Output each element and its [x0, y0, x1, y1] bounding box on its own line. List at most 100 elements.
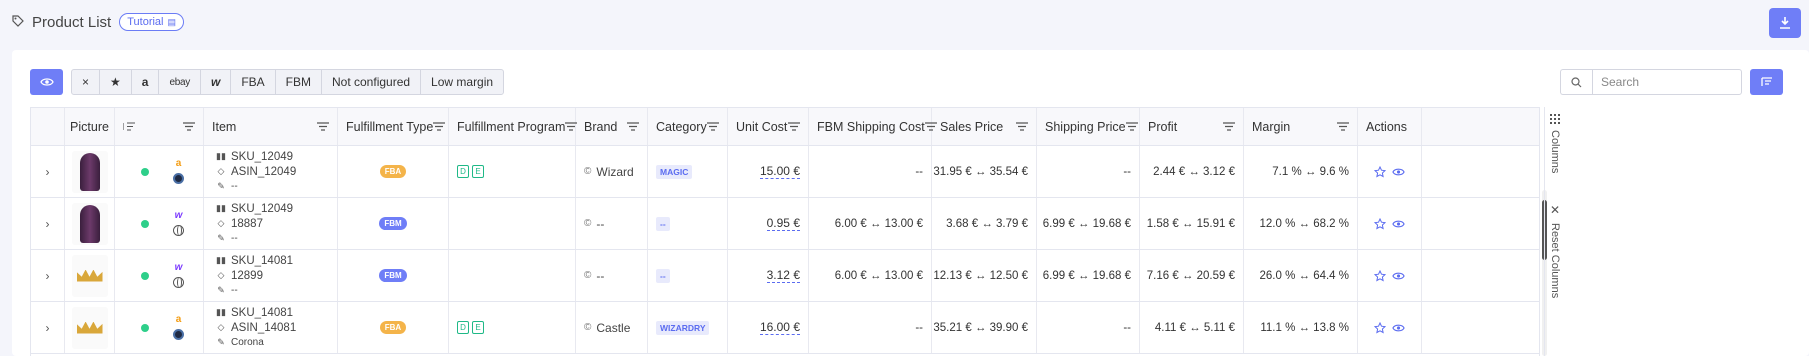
wix-icon: w [174, 261, 183, 273]
header-profit[interactable]: Profit [1140, 108, 1244, 145]
unit-cost[interactable]: 16.00 € [759, 320, 800, 335]
header-label: Item [212, 119, 237, 134]
sku: SKU_12049 [231, 150, 294, 163]
filter-icon[interactable] [1337, 122, 1349, 131]
header-sales-price[interactable]: Sales Price [932, 108, 1037, 145]
filter-icon[interactable] [183, 122, 195, 131]
tag-icon: ◇ [217, 322, 225, 332]
expand-toggle[interactable]: › [31, 302, 65, 353]
filter-icon[interactable] [1016, 122, 1028, 131]
filter-amazon[interactable]: a [132, 70, 160, 94]
filter-wix[interactable]: w [201, 70, 232, 94]
tutorial-button[interactable]: Tutorial ▤ [119, 13, 185, 31]
eye-icon[interactable] [1392, 167, 1405, 177]
row-filler [1422, 198, 1539, 249]
filter-icon[interactable] [433, 122, 446, 131]
filter-icon[interactable] [1125, 122, 1138, 131]
pencil-icon[interactable]: ✎ [216, 285, 226, 296]
header-item[interactable]: Item [204, 108, 338, 145]
unit-cost[interactable]: 0.95 € [766, 216, 800, 231]
expand-toggle[interactable]: › [31, 146, 65, 197]
header-fulfillment-type[interactable]: Fulfillment Type [338, 108, 449, 145]
header-fbm-shipping-cost[interactable]: FBM Shipping Cost [809, 108, 937, 145]
search-input[interactable] [1592, 69, 1742, 95]
sort-button[interactable] [1750, 69, 1783, 95]
category-badge: WIZARDRY [656, 320, 710, 335]
search-icon[interactable] [1560, 69, 1592, 95]
filter-ebay[interactable]: ebay [159, 70, 201, 94]
columns-toggle[interactable]: Columns [1549, 114, 1561, 173]
barcode-icon: ▮▮ [216, 151, 226, 161]
table-row[interactable]: › a ▮▮ SKU_12049 ◇ ASIN_12049 ✎ -- FBA DE ©… [31, 146, 1539, 198]
table-row[interactable]: › w ▮▮ SKU_12049 ◇ 18887 ✎ -- FBM © -- -- 0.… [31, 198, 1539, 250]
header-unit-cost[interactable]: Unit Cost [728, 108, 809, 145]
hoodie-image [79, 204, 100, 243]
expand-toggle[interactable]: › [31, 250, 65, 301]
filter-clear[interactable]: × [72, 70, 101, 94]
eye-icon[interactable] [1392, 271, 1405, 281]
filter-fbm[interactable]: FBM [276, 70, 322, 94]
filter-icon[interactable] [1223, 122, 1235, 131]
expand-toggle[interactable]: › [31, 198, 65, 249]
program-badge: D [457, 321, 469, 334]
header-category[interactable]: Category [648, 108, 728, 145]
fulfillment-badge: FBM [379, 217, 407, 230]
product-picture [65, 146, 115, 197]
header-brand[interactable]: Brand [576, 108, 648, 145]
table-row[interactable]: › w ▮▮ SKU_14081 ◇ 12899 ✎ -- FBM © -- -- 3.… [31, 250, 1539, 302]
pencil-icon[interactable]: ✎ [216, 181, 226, 192]
star-icon[interactable] [1374, 165, 1386, 178]
star-icon[interactable] [1374, 321, 1386, 334]
sort-icon[interactable] [123, 122, 135, 131]
filter-icon[interactable] [707, 122, 719, 131]
filter-icon[interactable] [317, 122, 329, 131]
eye-icon[interactable] [1392, 323, 1405, 333]
fbm-shipping-value: -- [915, 321, 923, 334]
close-icon: ✕ [1549, 203, 1561, 217]
table-row[interactable]: › a ▮▮ SKU_14081 ◇ ASIN_14081 ✎ Corona FBA … [31, 302, 1539, 354]
wix-icon: w [174, 209, 183, 221]
filter-icon[interactable] [788, 122, 800, 131]
reset-columns-button[interactable]: ✕ Reset Columns [1549, 203, 1561, 298]
actions-cell [1358, 250, 1422, 301]
amazon-icon: a [175, 313, 182, 325]
sales-price-cell: 31.95 € ↔ 35.54 € [932, 146, 1037, 197]
fbm-shipping-cell: 6.00 € ↔ 13.00 € [809, 250, 932, 301]
unit-cost[interactable]: 3.12 € [766, 268, 800, 283]
margin-value: 7.1 % ↔ 9.6 % [1272, 165, 1349, 178]
header-label: Fulfillment Type [346, 119, 434, 134]
reset-columns-label: Reset Columns [1549, 223, 1561, 299]
status-dot [141, 219, 149, 228]
star-icon[interactable] [1374, 269, 1386, 282]
item-cell: ▮▮ SKU_12049 ◇ ASIN_12049 ✎ -- [204, 146, 338, 197]
filter-not-configured[interactable]: Not configured [322, 70, 422, 94]
unit-cost[interactable]: 15.00 € [759, 164, 800, 179]
shipping-price-cell: -- [1037, 146, 1140, 197]
fulfillment-type-cell: FBM [338, 198, 449, 249]
star-icon[interactable] [1374, 217, 1386, 230]
filter-favorite[interactable]: ★ [100, 70, 132, 94]
filter-low-margin[interactable]: Low margin [421, 70, 503, 94]
unit-cost-cell[interactable]: 0.95 € [728, 198, 809, 249]
unit-cost-cell[interactable]: 15.00 € [728, 146, 809, 197]
header-margin[interactable]: Margin [1244, 108, 1358, 145]
barcode-icon: ▮▮ [216, 203, 226, 213]
header-shipping-price[interactable]: Shipping Price [1037, 108, 1140, 145]
item-cell: ▮▮ SKU_14081 ◇ ASIN_14081 ✎ Corona [204, 302, 338, 353]
profit-value: 2.44 € ↔ 3.12 € [1153, 165, 1235, 178]
view-toggle-button[interactable] [30, 69, 63, 95]
filter-fba[interactable]: FBA [231, 70, 276, 94]
copyright-icon: © [584, 270, 592, 281]
filter-icon[interactable] [627, 122, 639, 131]
header-label: Shipping Price [1045, 119, 1126, 134]
header-fulfillment-program[interactable]: Fulfillment Program [449, 108, 578, 145]
unit-cost-cell[interactable]: 3.12 € [728, 250, 809, 301]
pencil-icon[interactable]: ✎ [216, 233, 226, 244]
margin-cell: 12.0 % ↔ 68.2 % [1244, 198, 1358, 249]
pencil-icon[interactable]: ✎ [216, 337, 226, 348]
hoodie-image [79, 152, 100, 191]
download-button[interactable] [1769, 8, 1801, 38]
eye-icon[interactable] [1392, 219, 1405, 229]
unit-cost-cell[interactable]: 16.00 € [728, 302, 809, 353]
header-picture[interactable]: Picture [65, 108, 115, 145]
